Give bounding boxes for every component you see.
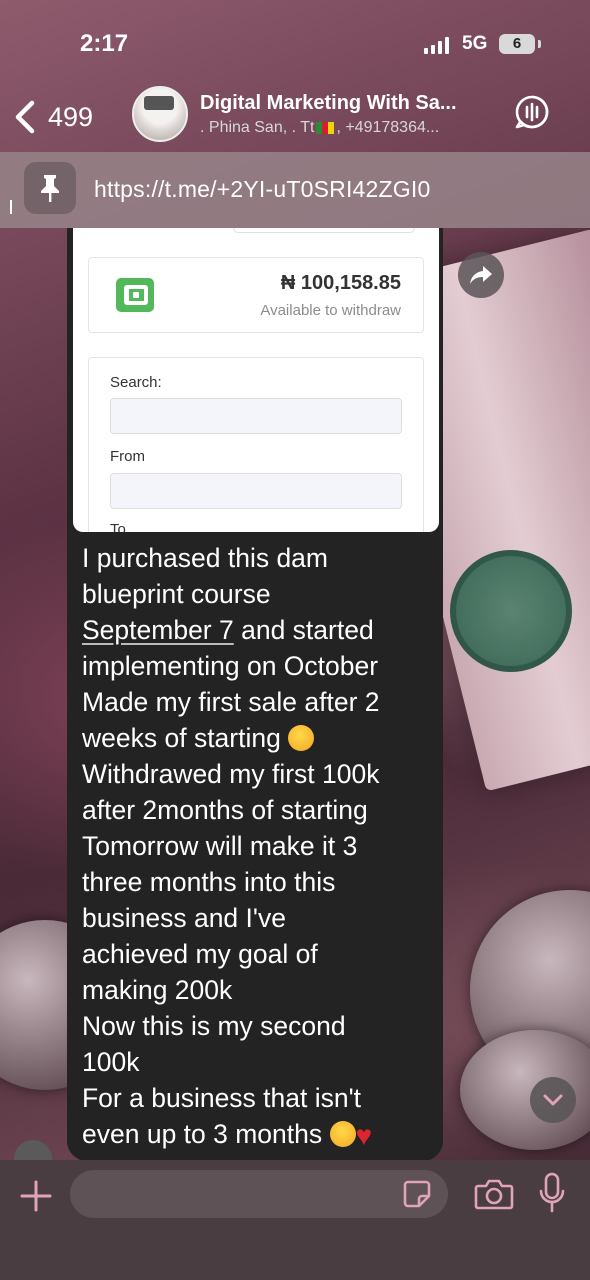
sticker-icon[interactable] <box>402 1179 432 1209</box>
members-part-1: . Phina San, . Tt <box>200 119 315 136</box>
battery-icon: 6 <box>499 34 535 54</box>
date-link[interactable]: September 7 <box>82 615 234 645</box>
wallet-caption: Available to withdraw <box>260 302 401 319</box>
pinned-message-bar[interactable]: https://t.me/+2YI-uT0SRI42ZGI0 <box>0 152 590 228</box>
from-field <box>110 473 402 509</box>
from-label: From <box>110 448 145 465</box>
message-line: weeks of starting <box>82 720 438 756</box>
flag-icon <box>316 121 335 134</box>
wallpaper-seal <box>450 550 572 672</box>
message-line: after 2months of starting <box>82 795 368 825</box>
message-bubble[interactable]: ₦ 100,158.85 Available to withdraw Searc… <box>67 228 443 1161</box>
pin-button[interactable] <box>24 162 76 214</box>
microphone-icon[interactable] <box>538 1172 566 1214</box>
signal-icon <box>424 36 454 54</box>
members-part-2: , +49178364... <box>336 119 440 136</box>
unread-count: 499 <box>48 101 94 132</box>
heart-emoji-icon: ♥ <box>355 1120 373 1151</box>
message-line: For a business that isn't <box>82 1083 362 1113</box>
wallet-amount: ₦ 100,158.85 <box>280 272 401 294</box>
network-type: 5G <box>462 33 488 54</box>
message-line: business and I've <box>82 903 286 933</box>
scroll-down-button[interactable] <box>530 1077 576 1123</box>
message-line: I purchased this dam <box>82 543 328 573</box>
message-composer <box>0 1160 590 1280</box>
message-line: 100k <box>82 1047 140 1077</box>
message-line: even up to 3 months ♥ <box>82 1116 438 1154</box>
message-line-rest: and started <box>233 615 374 645</box>
image-card-edge <box>233 228 415 233</box>
forward-icon <box>470 266 492 284</box>
message-line: September 7 and started <box>82 612 438 648</box>
message-line-text: weeks of starting <box>82 723 281 753</box>
chevron-down-icon <box>543 1094 563 1106</box>
message-line: implementing on October <box>82 651 379 681</box>
chevron-left-icon <box>15 100 35 134</box>
pin-icon <box>41 175 59 202</box>
hand-over-mouth-emoji-icon <box>288 725 315 751</box>
back-button[interactable]: 499 <box>10 90 93 144</box>
wallet-card: ₦ 100,158.85 Available to withdraw <box>88 257 424 333</box>
pinned-link[interactable]: https://t.me/+2YI-uT0SRI42ZGI0 <box>94 176 430 203</box>
message-line: achieved my goal of <box>82 939 318 969</box>
battery-tip <box>538 40 541 48</box>
message-line: three months into this <box>82 867 336 897</box>
message-image[interactable]: ₦ 100,158.85 Available to withdraw Searc… <box>73 228 439 532</box>
to-label: To <box>110 521 126 532</box>
message-input[interactable] <box>70 1170 448 1218</box>
camera-icon[interactable] <box>474 1177 514 1211</box>
wallet-icon <box>116 278 154 312</box>
message-text: I purchased this dam blueprint course Se… <box>82 540 438 1154</box>
message-line: Withdrawed my first 100k <box>82 759 380 789</box>
message-line: Made my first sale after 2 <box>82 687 380 717</box>
filter-card: Search: From To <box>88 357 424 532</box>
message-line: making 200k <box>82 975 233 1005</box>
pinned-indicator <box>10 200 12 214</box>
search-field <box>110 398 402 434</box>
voice-chat-icon[interactable] <box>514 94 550 130</box>
message-line: Tomorrow will make it 3 <box>82 831 358 861</box>
search-label: Search: <box>110 374 162 391</box>
status-time: 2:17 <box>80 30 129 57</box>
message-line: Now this is my second <box>82 1011 346 1041</box>
chat-title[interactable]: Digital Marketing With Sa... <box>200 92 457 115</box>
crying-face-emoji-icon <box>329 1121 356 1147</box>
message-line-text: even up to 3 months <box>82 1119 323 1149</box>
plus-icon[interactable] <box>18 1178 54 1214</box>
chat-header: 499 Digital Marketing With Sa... . Phina… <box>0 82 590 152</box>
group-avatar[interactable] <box>132 86 188 142</box>
status-bar: 2:17 5G 6 <box>0 0 590 90</box>
forward-button[interactable] <box>458 252 504 298</box>
chat-members[interactable]: . Phina San, . Tt , +49178364... <box>200 119 439 137</box>
message-line: blueprint course <box>82 579 271 609</box>
